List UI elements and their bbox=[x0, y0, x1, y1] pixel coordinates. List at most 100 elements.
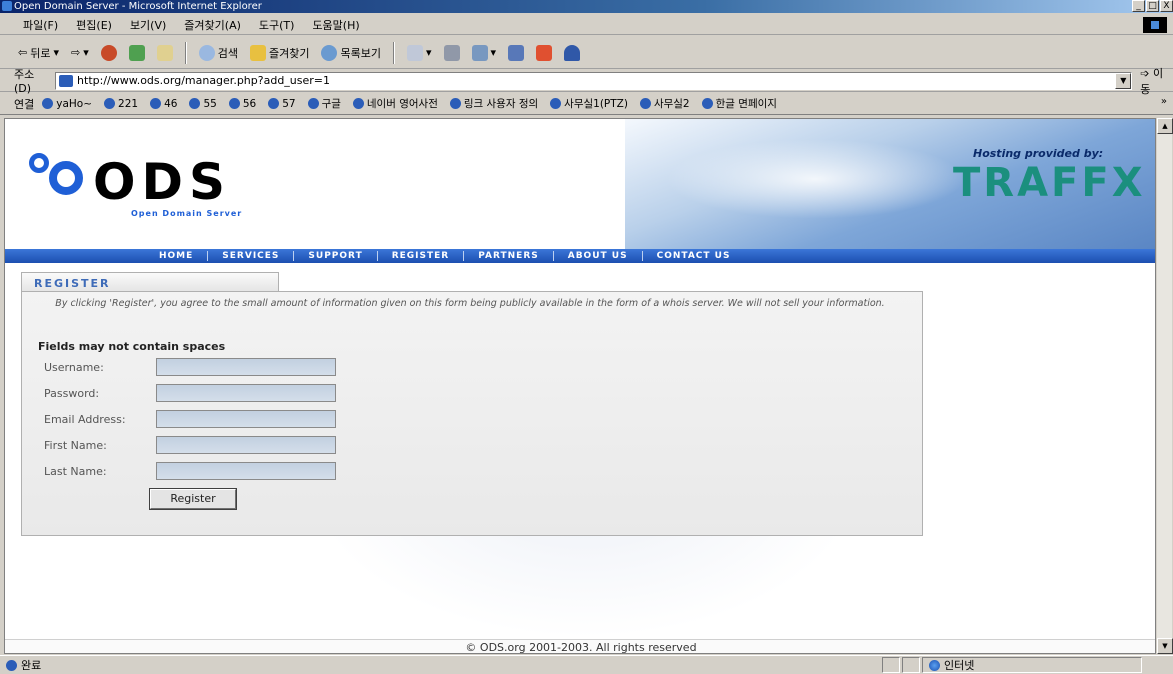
nav-partners[interactable]: PARTNERS bbox=[464, 251, 553, 261]
menu-edit[interactable]: 편집(E) bbox=[67, 17, 121, 33]
home-icon bbox=[156, 44, 173, 61]
contacts-button[interactable] bbox=[560, 44, 584, 61]
link-item[interactable]: 사무실1(PTZ) bbox=[550, 96, 628, 111]
address-bar: 주소(D) http://www.ods.org/manager.php?add… bbox=[0, 67, 1173, 96]
password-input[interactable] bbox=[156, 384, 336, 402]
chevron-down-icon: ▾ bbox=[490, 46, 497, 59]
status-cell bbox=[902, 657, 920, 673]
status-left: 완료 bbox=[0, 657, 880, 673]
link-item[interactable]: 56 bbox=[228, 97, 257, 110]
edit-icon bbox=[471, 44, 488, 61]
link-item[interactable]: 링크 사용자 정의 bbox=[449, 96, 538, 111]
address-input[interactable]: http://www.ods.org/manager.php?add_user=… bbox=[55, 71, 1133, 90]
link-label: 57 bbox=[282, 97, 296, 110]
maximize-button[interactable]: □ bbox=[1146, 0, 1159, 12]
menu-view[interactable]: 보기(V) bbox=[121, 17, 175, 33]
sponsor-logo[interactable]: TRAFFX bbox=[953, 163, 1146, 203]
mail-button[interactable]: ▾ bbox=[403, 44, 436, 61]
print-button[interactable] bbox=[440, 44, 464, 61]
link-label: 56 bbox=[242, 97, 257, 110]
stop-icon bbox=[100, 44, 117, 61]
edit-button[interactable]: ▾ bbox=[468, 44, 501, 61]
discuss-button[interactable] bbox=[504, 44, 528, 61]
site-nav: HOME SERVICES SUPPORT REGISTER PARTNERS … bbox=[5, 249, 1155, 263]
link-label: 네이버 영어사전 bbox=[366, 98, 438, 110]
register-panel: By clicking 'Register', you agree to the… bbox=[21, 291, 923, 536]
ie-link-icon bbox=[104, 98, 116, 109]
refresh-icon bbox=[128, 44, 145, 61]
register-tab: Register bbox=[21, 272, 279, 292]
menu-favorites[interactable]: 즐겨찾기(A) bbox=[175, 17, 250, 33]
windows-logo-icon bbox=[1143, 17, 1167, 33]
minimize-button[interactable]: _ bbox=[1132, 0, 1145, 12]
ie-icon bbox=[2, 1, 12, 11]
nav-about-us[interactable]: ABOUT US bbox=[554, 251, 642, 261]
menu-file[interactable]: 파일(F) bbox=[14, 17, 67, 33]
email-row: Email Address: bbox=[44, 410, 336, 428]
nav-services[interactable]: SERVICES bbox=[208, 251, 293, 261]
status-bar: 완료 인터넷 bbox=[0, 655, 1173, 674]
menu-bar: 파일(F) 편집(E) 보기(V) 즐겨찾기(A) 도구(T) 도움말(H) bbox=[0, 15, 1173, 35]
link-item[interactable]: 57 bbox=[268, 97, 296, 110]
home-button[interactable] bbox=[153, 44, 177, 61]
forward-button[interactable]: ⇨ ▾ bbox=[67, 46, 93, 59]
ie-link-icon bbox=[550, 98, 562, 109]
site-logo[interactable]: ODS bbox=[93, 157, 231, 207]
address-dropdown-button[interactable]: ▼ bbox=[1115, 72, 1132, 89]
stop-button[interactable] bbox=[97, 44, 121, 61]
history-button[interactable]: 목록보기 bbox=[317, 44, 384, 61]
window-title: Open Domain Server - Microsoft Internet … bbox=[14, 1, 262, 12]
link-label: 46 bbox=[164, 97, 178, 110]
register-notice: By clicking 'Register', you agree to the… bbox=[55, 298, 885, 309]
first-name-row: First Name: bbox=[44, 436, 336, 454]
link-item[interactable]: 한글 면페이지 bbox=[701, 96, 777, 111]
menu-help[interactable]: 도움말(H) bbox=[303, 17, 368, 33]
username-input[interactable] bbox=[156, 358, 336, 376]
ie-link-icon bbox=[268, 98, 280, 109]
favorites-button[interactable]: 즐겨찾기 bbox=[246, 44, 313, 61]
close-button[interactable]: X bbox=[1160, 0, 1173, 12]
fields-heading: Fields may not contain spaces bbox=[38, 340, 226, 353]
more-links-chevron-icon[interactable]: » bbox=[1161, 96, 1167, 107]
chevron-down-icon: ▾ bbox=[83, 46, 89, 59]
link-label: yaHo~ bbox=[56, 97, 93, 110]
nav-contact-us[interactable]: CONTACT US bbox=[643, 251, 745, 261]
link-item[interactable]: 사무실2 bbox=[639, 96, 690, 111]
register-button[interactable]: Register bbox=[149, 488, 237, 510]
last-name-input[interactable] bbox=[156, 462, 336, 480]
menu-tools[interactable]: 도구(T) bbox=[250, 17, 304, 33]
email-label: Email Address: bbox=[44, 412, 126, 426]
page-icon bbox=[59, 74, 74, 87]
link-label: 한글 면페이지 bbox=[715, 98, 777, 110]
hosting-label: Hosting provided by: bbox=[973, 147, 1104, 160]
messenger-icon bbox=[536, 44, 553, 61]
back-button[interactable]: ⇦ 뒤로 ▾ bbox=[14, 45, 63, 61]
link-item[interactable]: 네이버 영어사전 bbox=[352, 96, 438, 111]
ie-link-icon bbox=[639, 98, 651, 109]
scroll-down-arrow-icon[interactable]: ▼ bbox=[1157, 638, 1173, 654]
scroll-up-arrow-icon[interactable]: ▲ bbox=[1157, 118, 1173, 134]
email-input[interactable] bbox=[156, 410, 336, 428]
ie-link-icon bbox=[150, 98, 162, 109]
link-item[interactable]: 구글 bbox=[307, 96, 341, 111]
link-item[interactable]: yaHo~ bbox=[42, 98, 92, 110]
search-button[interactable]: 검색 bbox=[195, 44, 242, 61]
messenger-button[interactable] bbox=[532, 44, 556, 61]
go-button[interactable]: ➩ 이동 bbox=[1140, 65, 1173, 97]
password-row: Password: bbox=[44, 384, 336, 402]
nav-support[interactable]: SUPPORT bbox=[294, 251, 376, 261]
link-label: 사무실2 bbox=[653, 98, 690, 110]
password-label: Password: bbox=[44, 386, 100, 400]
link-item[interactable]: 55 bbox=[189, 98, 217, 110]
large-gear-icon bbox=[49, 161, 83, 195]
first-name-label: First Name: bbox=[44, 438, 107, 452]
refresh-button[interactable] bbox=[125, 44, 149, 61]
first-name-input[interactable] bbox=[156, 436, 336, 454]
nav-home[interactable]: HOME bbox=[145, 251, 207, 261]
link-item[interactable]: 221 bbox=[104, 98, 138, 110]
vertical-scrollbar[interactable]: ▲ ▼ bbox=[1156, 118, 1173, 654]
toolbar-separator bbox=[184, 41, 187, 64]
toolbar-separator bbox=[392, 41, 395, 64]
link-item[interactable]: 46 bbox=[150, 98, 177, 110]
nav-register[interactable]: REGISTER bbox=[378, 251, 464, 261]
